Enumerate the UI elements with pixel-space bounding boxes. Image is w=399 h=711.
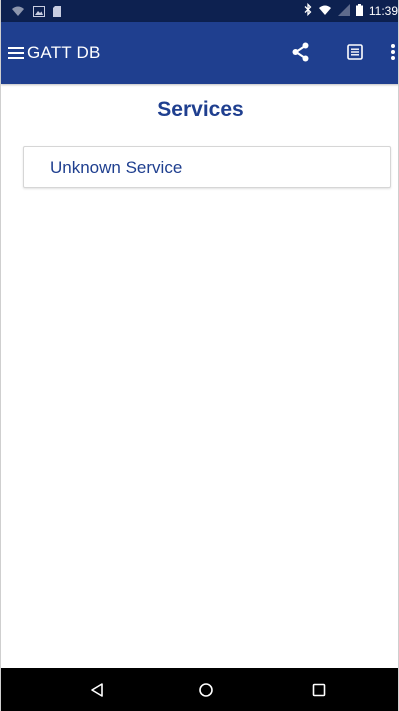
status-right-icons: 11:39 xyxy=(304,2,398,19)
signal-icon xyxy=(337,3,350,19)
share-button[interactable] xyxy=(290,41,312,63)
status-clock: 11:39 xyxy=(368,4,398,18)
list-view-button[interactable] xyxy=(345,42,365,62)
phone-screen: 11:39 GATT DB Services Unknown Service xyxy=(0,0,399,711)
menu-button[interactable] xyxy=(7,44,25,62)
bluetooth-icon xyxy=(304,2,312,19)
wifi-icon xyxy=(318,4,332,19)
sd-card-icon xyxy=(53,4,61,22)
menu-icon xyxy=(8,47,24,59)
recent-apps-icon xyxy=(312,683,326,697)
battery-icon xyxy=(355,3,363,19)
page-title: Services xyxy=(157,98,244,121)
recent-apps-button[interactable] xyxy=(306,677,332,703)
back-icon xyxy=(91,683,103,697)
status-bar: 11:39 xyxy=(1,0,398,22)
image-icon xyxy=(33,4,45,22)
back-button[interactable] xyxy=(84,677,110,703)
navigation-bar xyxy=(1,668,398,711)
share-icon xyxy=(292,42,309,62)
home-icon xyxy=(199,683,213,697)
list-view-icon xyxy=(347,44,363,60)
app-bar: GATT DB xyxy=(1,22,398,84)
status-left-icons xyxy=(11,4,61,22)
wifi-question-icon xyxy=(11,4,25,22)
more-vert-icon xyxy=(391,44,395,60)
service-name: Unknown Service xyxy=(50,158,183,177)
home-button[interactable] xyxy=(193,677,219,703)
more-options-button[interactable] xyxy=(388,41,398,63)
app-title: GATT DB xyxy=(27,43,101,62)
service-list-item[interactable]: Unknown Service xyxy=(23,146,391,188)
